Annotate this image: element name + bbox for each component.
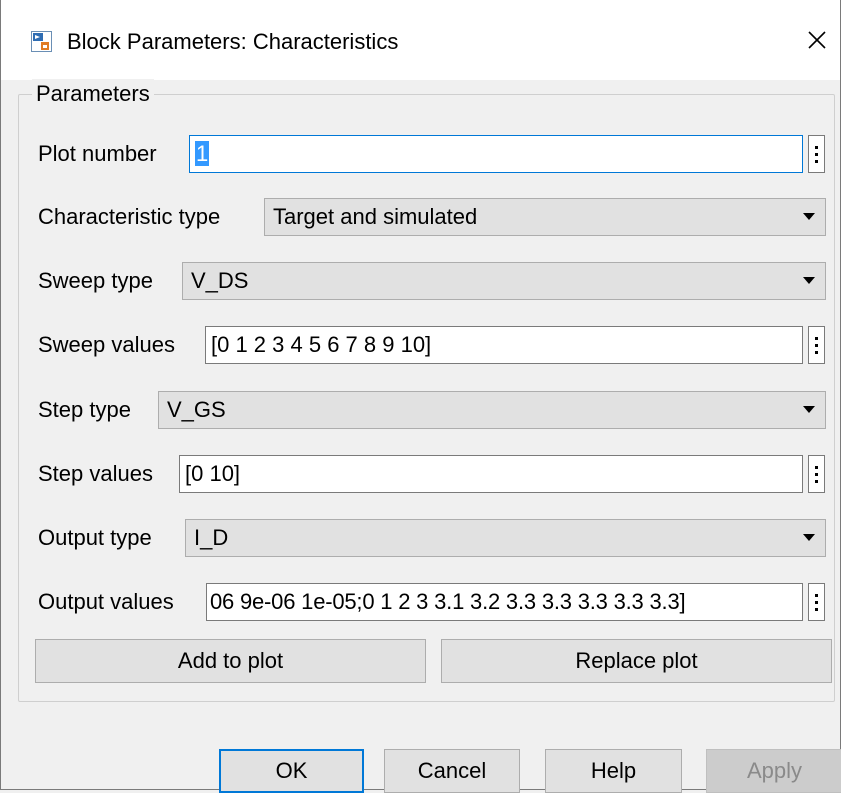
plot-number-field[interactable]: 1 xyxy=(189,135,803,173)
help-button[interactable]: Help xyxy=(545,749,682,793)
sweep-type-value: V_DS xyxy=(191,268,249,293)
step-type-label: Step type xyxy=(38,397,131,422)
replace-plot-button[interactable]: Replace plot xyxy=(441,639,832,683)
plot-number-label: Plot number xyxy=(38,141,157,166)
sweep-values-more-button[interactable] xyxy=(808,326,825,364)
step-type-value: V_GS xyxy=(167,397,226,422)
step-values-label: Step values xyxy=(38,461,153,486)
plot-number-more-button[interactable] xyxy=(808,135,825,173)
chevron-down-icon xyxy=(803,534,815,541)
block-parameters-dialog: Block Parameters: Characteristics Parame… xyxy=(0,0,841,793)
output-values-more-button[interactable] xyxy=(808,583,825,621)
chevron-down-icon xyxy=(803,406,815,413)
apply-button: Apply xyxy=(706,749,841,793)
close-icon[interactable] xyxy=(794,20,840,60)
title-bar[interactable]: Block Parameters: Characteristics xyxy=(1,0,840,80)
cancel-button[interactable]: Cancel xyxy=(384,749,520,793)
output-type-label: Output type xyxy=(38,525,152,550)
characteristic-type-label: Characteristic type xyxy=(38,204,221,229)
output-values-field[interactable]: 06 9e-06 1e-05;0 1 2 3 3.1 3.2 3.3 3.3 3… xyxy=(206,583,803,621)
sweep-type-label: Sweep type xyxy=(38,268,153,293)
simulink-block-icon xyxy=(31,31,52,52)
output-values-label: Output values xyxy=(38,589,174,614)
sweep-type-dropdown[interactable]: V_DS xyxy=(182,262,826,300)
parameters-group-title: Parameters xyxy=(32,79,154,109)
characteristic-type-value: Target and simulated xyxy=(273,204,478,229)
window-title: Block Parameters: Characteristics xyxy=(67,29,399,54)
step-type-dropdown[interactable]: V_GS xyxy=(158,391,826,429)
output-type-value: I_D xyxy=(194,525,229,550)
chevron-down-icon xyxy=(803,277,815,284)
add-to-plot-button[interactable]: Add to plot xyxy=(35,639,426,683)
chevron-down-icon xyxy=(803,213,815,220)
step-values-more-button[interactable] xyxy=(808,455,825,493)
ok-button[interactable]: OK xyxy=(219,749,364,793)
sweep-values-field[interactable]: [0 1 2 3 4 5 6 7 8 9 10] xyxy=(205,326,803,364)
step-values-field[interactable]: [0 10] xyxy=(179,455,803,493)
sweep-values-label: Sweep values xyxy=(38,332,175,357)
output-type-dropdown[interactable]: I_D xyxy=(185,519,826,557)
characteristic-type-dropdown[interactable]: Target and simulated xyxy=(264,198,826,236)
plot-number-value: 1 xyxy=(195,141,210,166)
